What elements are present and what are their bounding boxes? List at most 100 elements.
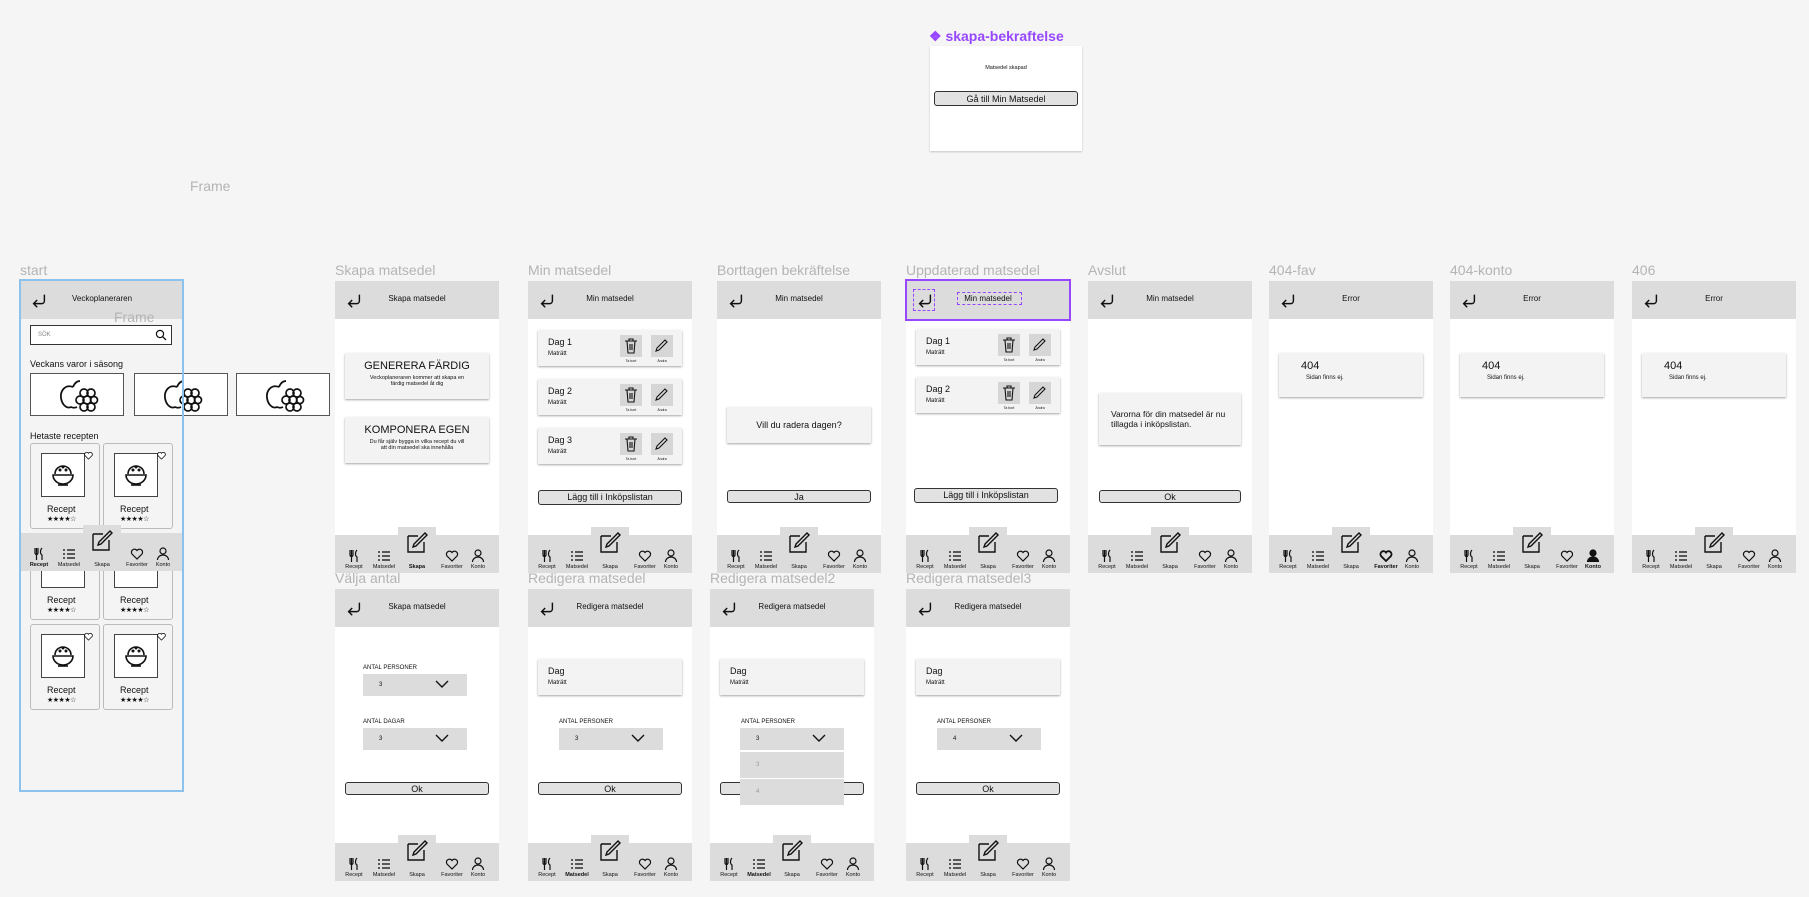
nav-skapa[interactable] (83, 525, 121, 563)
frame-label[interactable]: Borttagen bekräftelse (717, 262, 850, 278)
frame-label[interactable]: 406 (1632, 262, 1655, 278)
frame-borttagen[interactable]: Min matsedel Vill du radera dagen? Ja Re… (717, 281, 881, 573)
nav-skapa[interactable] (1695, 527, 1733, 565)
nav-skapa[interactable] (398, 835, 436, 873)
frame-label[interactable]: Uppdaterad matsedel (906, 262, 1040, 278)
dropdown-option[interactable]: 3 (740, 751, 844, 778)
frame-valja-antal[interactable]: Skapa matsedel ANTAL PERSONER 3 ANTAL DA… (335, 589, 499, 881)
frame-min-matsedel[interactable]: Min matsedel Dag 1 Maträtt Ta bort Ändra… (528, 281, 692, 573)
edit-button[interactable] (651, 433, 673, 455)
persons-select[interactable]: 4 (937, 728, 1041, 750)
remove-button[interactable] (998, 334, 1020, 356)
ok-button[interactable]: Ok (538, 782, 682, 795)
nav-matsedel[interactable]: Matsedel (1122, 549, 1152, 570)
confirm-yes-button[interactable]: Ja (727, 490, 871, 503)
day-card[interactable]: Dag 2 Maträtt Ta bort Ändra (916, 377, 1060, 413)
day-card[interactable]: Dag Maträtt (916, 659, 1060, 695)
nav-recept[interactable]: Recept (1454, 549, 1484, 570)
edit-button[interactable] (1029, 334, 1051, 356)
frame-redigera[interactable]: Redigera matsedel Dag Maträtt ANTAL PERS… (528, 589, 692, 881)
frame-label-inner[interactable]: Frame (114, 309, 154, 325)
go-to-menu-button[interactable]: Gå till Min Matsedel (934, 91, 1078, 106)
recipe-card[interactable]: Recept ★★★★☆ (30, 624, 100, 710)
nav-recept[interactable]: Recept (532, 549, 562, 570)
days-select[interactable]: 3 (363, 728, 467, 750)
season-item[interactable] (236, 373, 330, 416)
nav-konto[interactable]: Konto (656, 857, 686, 878)
nav-skapa[interactable] (969, 835, 1007, 873)
nav-recept[interactable]: Recept (1273, 549, 1303, 570)
nav-skapa[interactable] (591, 835, 629, 873)
nav-skapa[interactable] (591, 527, 629, 565)
nav-skapa[interactable] (1151, 527, 1189, 565)
remove-button[interactable] (620, 335, 642, 357)
nav-matsedel[interactable]: Matsedel (369, 549, 399, 570)
frame-label[interactable]: Min matsedel (528, 262, 611, 278)
add-to-shopping-list-button[interactable]: Lägg till i Inköpslistan (914, 488, 1058, 503)
frame-label[interactable]: Avslut (1088, 262, 1126, 278)
ok-button[interactable]: Ok (1099, 490, 1241, 503)
frame-avslut[interactable]: Min matsedel Varorna för din matsedel är… (1088, 281, 1252, 573)
nav-recept[interactable]: Recept (532, 857, 562, 878)
nav-konto[interactable]: Konto (1397, 549, 1427, 570)
frame-label[interactable]: Redigera matsedel (528, 570, 646, 586)
nav-konto[interactable]: Konto (1034, 549, 1064, 570)
day-card[interactable]: Dag Maträtt (538, 659, 682, 695)
nav-matsedel[interactable]: Matsedel (751, 549, 781, 570)
nav-matsedel[interactable]: Matsedel (1666, 549, 1696, 570)
day-card[interactable]: Dag 1 Maträtt Ta bort Ändra (916, 329, 1060, 365)
nav-recept[interactable]: Recept (24, 547, 54, 568)
frame-404-fav[interactable]: Error 404 Sidan finns ej. Recept Matsede… (1269, 281, 1433, 573)
day-card[interactable]: Dag 2 Maträtt Ta bort Ändra (538, 379, 682, 415)
recipe-card[interactable]: Recept ★★★★☆ (103, 624, 173, 710)
frame-uppdaterad[interactable]: Min matsedel Dag 1 Maträtt Ta bort Ändra… (906, 281, 1070, 573)
edit-button[interactable] (651, 384, 673, 406)
frame-label[interactable]: Redigera matsedel3 (906, 570, 1031, 586)
frame-start[interactable]: Veckoplaneraren SÖK Veckans varor i säso… (20, 281, 330, 791)
remove-button[interactable] (620, 433, 642, 455)
day-card[interactable]: Dag 3 Maträtt Ta bort Ändra (538, 428, 682, 464)
nav-matsedel[interactable]: Matsedel (1303, 549, 1333, 570)
season-item[interactable] (30, 373, 124, 416)
heart-icon[interactable] (84, 452, 93, 460)
frame-label[interactable]: Välja antal (335, 570, 400, 586)
nav-konto[interactable]: Konto (1578, 549, 1608, 570)
nav-recept[interactable]: Recept (721, 549, 751, 570)
skapa-bekraftelse-card[interactable]: Matsedel skapad Gå till Min Matsedel (930, 46, 1082, 151)
frame-406[interactable]: Error 404 Sidan finns ej. Recept Matsede… (1632, 281, 1796, 573)
frame-label[interactable]: Skapa matsedel (335, 262, 435, 278)
heart-icon[interactable] (157, 633, 166, 641)
frame-label-start[interactable]: start (20, 262, 47, 278)
remove-button[interactable] (998, 382, 1020, 404)
heart-icon[interactable] (84, 633, 93, 641)
nav-skapa[interactable] (398, 527, 436, 565)
nav-konto[interactable]: Konto (838, 857, 868, 878)
nav-recept[interactable]: Recept (339, 857, 369, 878)
ok-button[interactable]: Ok (345, 782, 489, 795)
nav-skapa[interactable] (780, 527, 818, 565)
nav-recept[interactable]: Recept (910, 857, 940, 878)
edit-button[interactable] (1029, 382, 1051, 404)
nav-matsedel[interactable]: Matsedel (1484, 549, 1514, 570)
frame-redigera3[interactable]: Redigera matsedel Dag Maträtt ANTAL PERS… (906, 589, 1070, 881)
nav-matsedel[interactable]: Matsedel (54, 547, 84, 568)
ok-button[interactable]: Ok (916, 782, 1060, 795)
nav-skapa[interactable] (773, 835, 811, 873)
compose-option[interactable]: KOMPONERA EGEN Du får själv bygga in vil… (345, 417, 489, 463)
nav-konto[interactable]: Konto (656, 549, 686, 570)
nav-matsedel[interactable]: Matsedel (562, 549, 592, 570)
nav-recept[interactable]: Recept (1092, 549, 1122, 570)
nav-konto[interactable]: Konto (1216, 549, 1246, 570)
nav-konto[interactable]: Konto (463, 857, 493, 878)
nav-konto[interactable]: Konto (1034, 857, 1064, 878)
add-to-shopping-list-button[interactable]: Lägg till i Inköpslistan (538, 490, 682, 505)
frame-redigera2[interactable]: Redigera matsedel Dag Maträtt ANTAL PERS… (710, 589, 874, 881)
recipe-card[interactable]: Recept ★★★★☆ (30, 443, 100, 529)
recipe-card[interactable]: Recept ★★★★☆ (103, 443, 173, 529)
nav-recept[interactable]: Recept (339, 549, 369, 570)
nav-matsedel[interactable]: Matsedel (369, 857, 399, 878)
dropdown-option[interactable]: 4 (740, 778, 844, 805)
frame-skapa-matsedel[interactable]: Skapa matsedel GENERERA FÄRDIG Veckoplan… (335, 281, 499, 573)
nav-recept[interactable]: Recept (1636, 549, 1666, 570)
nav-konto[interactable]: Konto (148, 547, 178, 568)
